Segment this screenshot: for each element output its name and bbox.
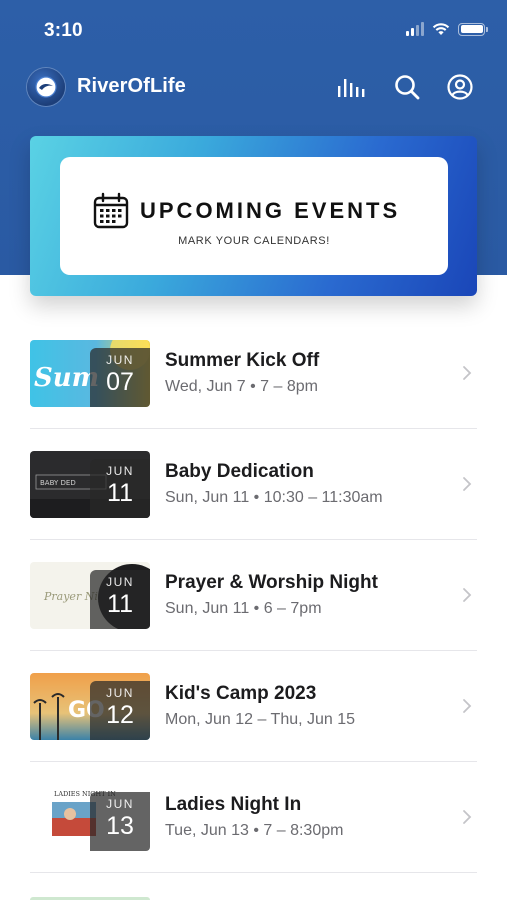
- event-time: Tue, Jun 13 • 7 – 8:30pm: [165, 822, 344, 839]
- date-badge: JUN 11: [90, 459, 150, 518]
- battery-icon: [458, 22, 488, 36]
- chevron-right-icon: [463, 810, 472, 824]
- thumb-text: BABY DED: [40, 479, 76, 487]
- cellular-signal-icon: [406, 22, 424, 36]
- status-bar: 3:10: [0, 0, 507, 60]
- banner-subtitle: MARK YOUR CALENDARS!: [178, 235, 330, 247]
- date-month: JUN: [106, 464, 134, 478]
- event-row-summer-kick-off[interactable]: Sum JUN 07 Summer Kick Off Wed, Jun 7 • …: [0, 318, 507, 429]
- event-title: Summer Kick Off: [165, 350, 320, 371]
- logo-icon: [35, 76, 57, 98]
- date-badge: JUN 12: [90, 681, 150, 740]
- event-row-kids-camp-2023[interactable]: GO JUN 12 Kid's Camp 2023 Mon, Jun 12 – …: [0, 651, 507, 762]
- event-title: Ladies Night In: [165, 794, 302, 815]
- banner-title: UPCOMING EVENTS: [140, 198, 401, 223]
- event-title: Kid's Camp 2023: [165, 683, 317, 704]
- banner-title-row: UPCOMING EVENTS: [92, 192, 400, 230]
- date-day: 12: [106, 701, 134, 729]
- audio-bars-icon: [338, 79, 365, 97]
- chevron-right-icon: [463, 366, 472, 380]
- chevron-right-icon: [463, 588, 472, 602]
- event-title: Prayer & Worship Night: [165, 572, 378, 593]
- user-icon: [447, 74, 473, 100]
- calendar-icon: [93, 192, 129, 229]
- audio-bars-button[interactable]: [336, 72, 366, 102]
- event-thumbnail: Sum JUN 07: [30, 340, 150, 407]
- search-button[interactable]: [392, 72, 422, 102]
- event-thumbnail: BABY DED JUN 11: [30, 451, 150, 518]
- event-time: Sun, Jun 11 • 10:30 – 11:30am: [165, 489, 383, 506]
- event-row-baby-dedication[interactable]: BABY DED JUN 11 Baby Dedication Sun, Jun…: [0, 429, 507, 540]
- date-day: 07: [106, 368, 134, 396]
- event-list: Sum JUN 07 Summer Kick Off Wed, Jun 7 • …: [0, 318, 507, 873]
- date-day: 11: [107, 479, 133, 507]
- date-badge: JUN 11: [90, 570, 150, 629]
- status-time: 3:10: [44, 20, 83, 41]
- app-logo[interactable]: [27, 68, 65, 106]
- chevron-right-icon: [463, 477, 472, 491]
- event-time: Wed, Jun 7 • 7 – 8pm: [165, 378, 318, 395]
- row-divider: [30, 872, 477, 873]
- profile-button[interactable]: [445, 72, 475, 102]
- date-day: 11: [107, 590, 133, 618]
- event-thumbnail: Prayer Night JUN 11: [30, 562, 150, 629]
- app-header: RiverOfLife: [0, 64, 507, 110]
- date-badge: JUN 13: [90, 792, 150, 851]
- date-day: 13: [106, 812, 134, 840]
- chevron-right-icon: [463, 699, 472, 713]
- status-icons: [406, 22, 488, 36]
- event-row-prayer-worship-night[interactable]: Prayer Night JUN 11 Prayer & Worship Nig…: [0, 540, 507, 651]
- event-thumbnail: LADIES NIGHT IN JUN 13: [30, 784, 150, 851]
- app-title: RiverOfLife: [77, 75, 186, 97]
- banner-card: UPCOMING EVENTS MARK YOUR CALENDARS!: [60, 157, 448, 275]
- date-month: JUN: [106, 353, 134, 367]
- date-month: JUN: [106, 797, 134, 811]
- date-badge: JUN 07: [90, 348, 150, 407]
- date-month: JUN: [106, 575, 134, 589]
- search-icon: [395, 75, 420, 100]
- wifi-icon: [432, 23, 450, 35]
- date-month: JUN: [106, 686, 134, 700]
- event-time: Sun, Jun 11 • 6 – 7pm: [165, 600, 322, 617]
- event-title: Baby Dedication: [165, 461, 314, 482]
- upcoming-events-banner: UPCOMING EVENTS MARK YOUR CALENDARS!: [30, 136, 477, 296]
- event-thumbnail: GO JUN 12: [30, 673, 150, 740]
- event-time: Mon, Jun 12 – Thu, Jun 15: [165, 711, 356, 728]
- event-row-ladies-night-in[interactable]: LADIES NIGHT IN JUN 13 Ladies Night In T…: [0, 762, 507, 873]
